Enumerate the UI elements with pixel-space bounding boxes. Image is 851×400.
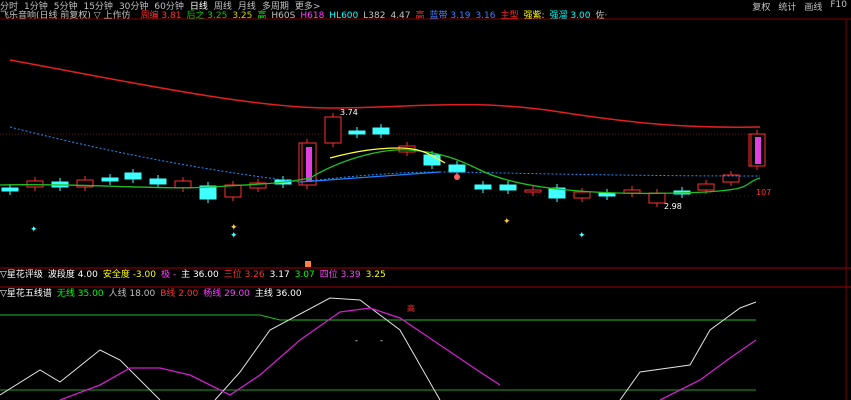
candle	[499, 184, 517, 191]
indicator2-marker: 高	[407, 303, 415, 313]
candle	[224, 184, 242, 198]
ind2-magenta-line	[59, 307, 757, 400]
ma-blue-line	[299, 171, 441, 183]
indicator1-item: 极 -	[160, 269, 177, 280]
high-price-label: 3.74	[340, 108, 358, 117]
candle	[149, 178, 167, 185]
indicator1-header: ▽星花评级 波段度 4.00 安全度 -3.00 极 - 主 36.00 三位 3.26…	[0, 267, 396, 280]
indicator1-item: 三位 3.26	[223, 269, 265, 280]
candle	[26, 180, 44, 188]
indicator2-item: B线 2.00	[160, 288, 199, 299]
indicator2-title[interactable]: ▽星花五线谱	[0, 286, 52, 299]
indicator1-item: 3.07	[294, 269, 315, 280]
ind2-dash-icon: -	[355, 336, 358, 345]
candle	[423, 154, 441, 166]
candle	[448, 164, 466, 173]
indicator1-item: 安全度 -3.00	[102, 269, 156, 280]
low-price-label: 2.98	[664, 202, 682, 211]
candle	[124, 172, 142, 180]
indicator2-header: ▽星花五线谱 无线 35.00 人线 18.00 B线 2.00 杨线 29.00 主线…	[0, 286, 312, 299]
butterfly-icon: ✦	[503, 217, 511, 227]
indicator1-title[interactable]: ▽星花评级	[0, 267, 43, 280]
ma-red-line	[9, 59, 761, 128]
indicator2-item: 无线 35.00	[56, 288, 104, 299]
candle	[324, 116, 342, 144]
indicator2-item: 主线 36.00	[254, 288, 302, 299]
signal-dot-icon	[454, 174, 460, 180]
ma-green-line	[0, 149, 761, 195]
ind2-dash-icon: -	[380, 336, 383, 345]
indicator2-item: 人线 18.00	[108, 288, 156, 299]
ma-lines-group	[0, 59, 761, 195]
candle	[474, 184, 492, 190]
indicator1-item: 3.25	[365, 269, 386, 280]
candle	[623, 189, 641, 194]
ind2-white-line	[0, 297, 757, 400]
indicator2-item: 杨线 29.00	[203, 288, 250, 299]
indicator1-item: 波段度 4.00	[47, 269, 98, 280]
candle	[348, 130, 366, 135]
right-price-label: 107	[756, 188, 771, 197]
ma-blue-dotted	[9, 126, 301, 183]
kline-chart[interactable]: -- 3.74 2.98 107 高 ✦ ✦ ✦ ✦ ✦	[0, 0, 851, 400]
indicator1-item: 3.17	[269, 269, 290, 280]
candle	[1, 187, 19, 192]
butterfly-icon: ✦	[578, 231, 586, 241]
candle	[648, 192, 666, 204]
candle	[524, 189, 542, 193]
indicator2-group: --	[0, 297, 757, 400]
indicator1-item: 四位 3.39	[319, 269, 361, 280]
candle	[573, 191, 591, 199]
candle	[372, 127, 390, 135]
butterfly-icon: ✦	[230, 231, 238, 241]
indicator1-item: 主 36.00	[181, 269, 219, 280]
candle	[101, 177, 119, 182]
butterfly-icon: ✦	[30, 225, 38, 235]
candle	[697, 183, 715, 191]
